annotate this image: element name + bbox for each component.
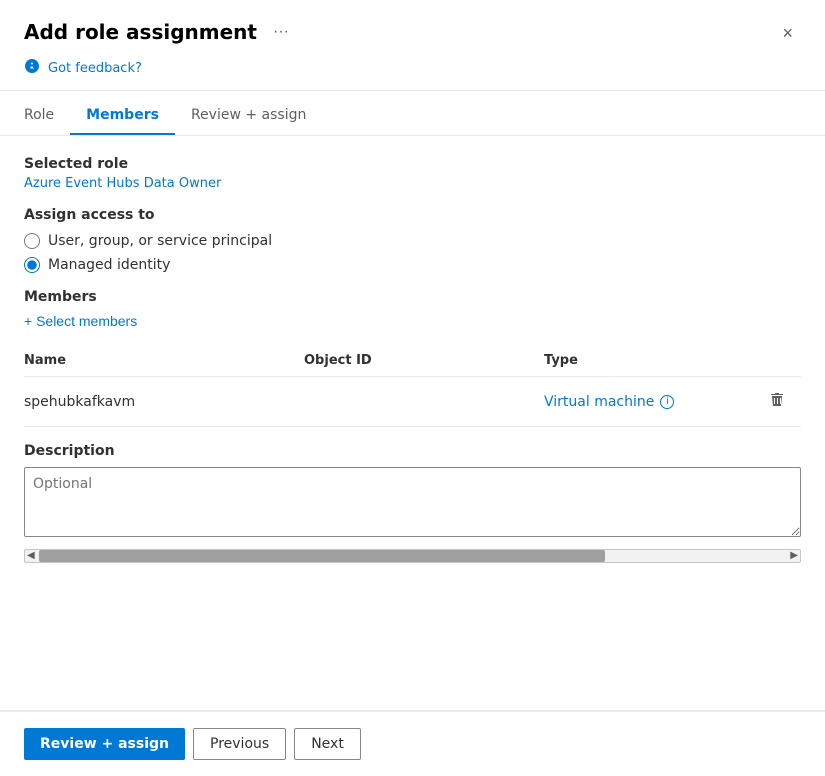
tab-members[interactable]: Members	[70, 95, 175, 135]
table-row: spehubkafkavm Virtual machine i	[24, 377, 801, 427]
members-section: Members + Select members Name Object ID …	[24, 289, 801, 427]
radio-managed-label: Managed identity	[48, 257, 170, 273]
radio-group: User, group, or service principal Manage…	[24, 233, 801, 273]
col-header-name: Name	[24, 345, 304, 377]
delete-member-button[interactable]	[765, 387, 789, 416]
description-label: Description	[24, 443, 801, 459]
tab-review[interactable]: Review + assign	[175, 95, 322, 135]
col-header-type: Type	[544, 345, 761, 377]
scrollbar-thumb[interactable]	[39, 550, 605, 562]
radio-item-managed[interactable]: Managed identity	[24, 257, 801, 273]
selected-role-value: Azure Event Hubs Data Owner	[24, 176, 801, 191]
col-header-delete	[761, 345, 801, 377]
previous-button[interactable]: Previous	[193, 728, 286, 760]
close-button[interactable]: ×	[774, 20, 801, 46]
horizontal-scrollbar[interactable]: ◀ ▶	[24, 549, 801, 563]
members-label: Members	[24, 289, 801, 305]
radio-usgsp[interactable]	[24, 233, 40, 249]
col-header-objectid: Object ID	[304, 345, 544, 377]
assign-access-label: Assign access to	[24, 207, 801, 223]
assign-access-section: Assign access to User, group, or service…	[24, 207, 801, 273]
main-content: Selected role Azure Event Hubs Data Owne…	[0, 136, 825, 647]
member-type: Virtual machine i	[544, 377, 761, 427]
member-objectid	[304, 377, 544, 427]
delete-cell	[761, 377, 801, 427]
add-role-assignment-dialog: Add role assignment ··· × Got feedback? …	[0, 0, 825, 776]
radio-item-usgsp[interactable]: User, group, or service principal	[24, 233, 801, 249]
tabs-bar: Role Members Review + assign	[0, 95, 825, 136]
selected-role-label: Selected role	[24, 156, 801, 172]
radio-usgsp-label: User, group, or service principal	[48, 233, 272, 249]
type-cell: Virtual machine i	[544, 394, 749, 410]
members-table: Name Object ID Type spehubkafkavm Virtua…	[24, 345, 801, 427]
feedback-bar[interactable]: Got feedback?	[0, 46, 825, 91]
spacer	[0, 647, 825, 711]
member-name: spehubkafkavm	[24, 377, 304, 427]
review-assign-button[interactable]: Review + assign	[24, 728, 185, 760]
tab-role[interactable]: Role	[24, 95, 70, 135]
select-members-button[interactable]: + Select members	[24, 313, 137, 329]
feedback-icon	[24, 58, 40, 78]
dialog-title: Add role assignment	[24, 20, 257, 44]
description-textarea[interactable]	[24, 467, 801, 537]
radio-managed[interactable]	[24, 257, 40, 273]
description-section: Description	[24, 443, 801, 541]
footer: Review + assign Previous Next	[0, 711, 825, 776]
type-label: Virtual machine	[544, 394, 654, 410]
ellipsis-button[interactable]: ···	[267, 21, 295, 43]
scroll-left-arrow[interactable]: ◀	[27, 551, 35, 561]
next-button[interactable]: Next	[294, 728, 361, 760]
feedback-label: Got feedback?	[48, 61, 142, 76]
scroll-right-arrow[interactable]: ▶	[790, 551, 798, 561]
dialog-header: Add role assignment ··· ×	[0, 0, 825, 46]
info-icon[interactable]: i	[660, 395, 674, 409]
selected-role-section: Selected role Azure Event Hubs Data Owne…	[24, 156, 801, 191]
